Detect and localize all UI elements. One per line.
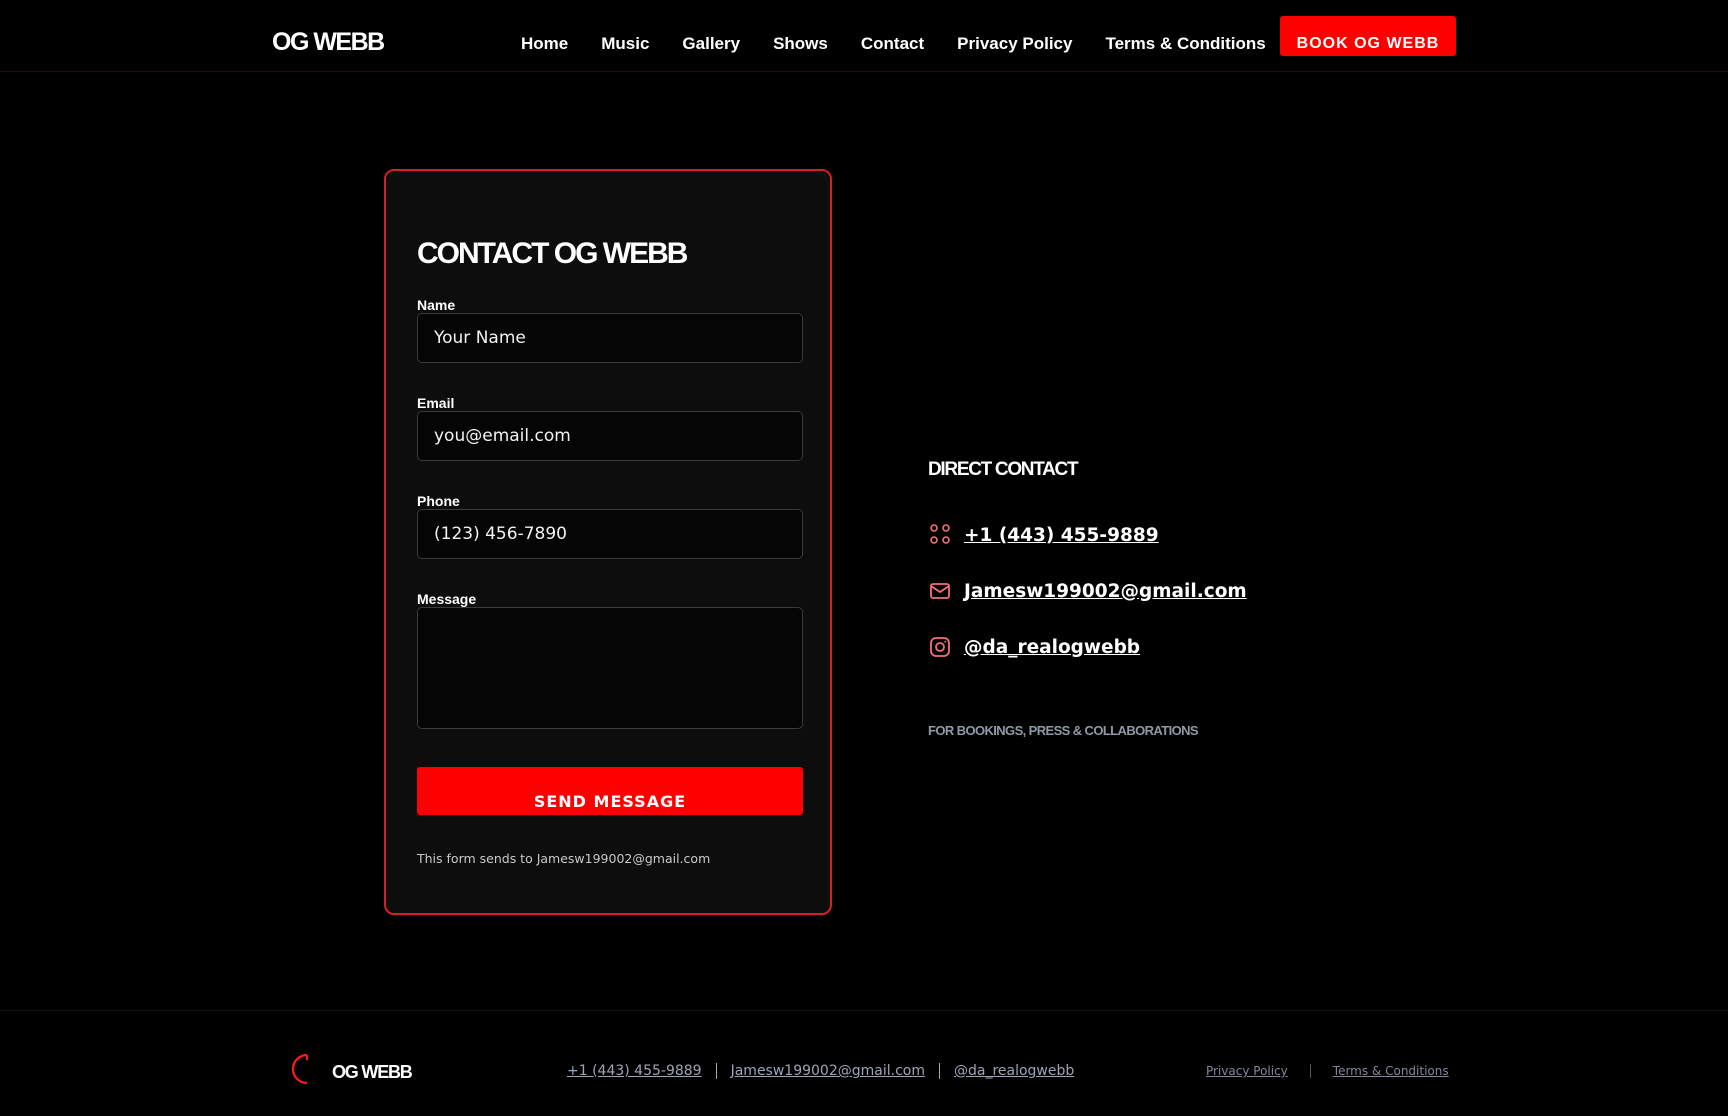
contact-form-card: CONTACT OG WEBB Name Email Phone Message…: [384, 169, 832, 915]
nav-contact[interactable]: Contact: [861, 34, 924, 54]
site-footer: OG WEBB +1 (443) 455-9889 Jamesw199002@g…: [0, 1010, 1728, 1116]
footer-separator: [938, 1063, 940, 1079]
mail-icon: [928, 579, 952, 603]
message-label: Message: [417, 591, 477, 607]
phone-input[interactable]: [417, 509, 803, 559]
direct-contact-note: FOR BOOKINGS, PRESS & COLLABORATIONS: [928, 723, 1199, 738]
site-header: OG WEBB Home Music Gallery Shows Contact…: [0, 0, 1728, 72]
footer-logo[interactable]: OG WEBB: [332, 1062, 413, 1083]
nav-shows[interactable]: Shows: [773, 34, 828, 54]
direct-contact-phone-row: +1 (443) 455-9889: [928, 523, 1159, 547]
email-input[interactable]: [417, 411, 803, 461]
footer-email-link[interactable]: Jamesw199002@gmail.com: [731, 1063, 925, 1079]
footer-separator: [715, 1063, 717, 1079]
phone-label: Phone: [417, 493, 460, 509]
footer-separator: [1309, 1064, 1311, 1078]
direct-contact-title: DIRECT CONTACT: [928, 459, 1079, 480]
main-nav: Home Music Gallery Shows Contact Privacy…: [521, 34, 1266, 54]
footer-contacts: +1 (443) 455-9889 Jamesw199002@gmail.com…: [567, 1063, 1074, 1079]
name-label: Name: [417, 297, 456, 313]
nav-music[interactable]: Music: [601, 34, 649, 54]
phone-dots-icon: [928, 523, 952, 547]
footer-instagram-link[interactable]: @da_realogwebb: [954, 1063, 1074, 1079]
direct-contact-email-row: Jamesw199002@gmail.com: [928, 579, 1247, 603]
footer-phone-link[interactable]: +1 (443) 455-9889: [567, 1063, 702, 1079]
crescent-logo-icon: [291, 1053, 314, 1090]
site-logo[interactable]: OG WEBB: [272, 28, 385, 57]
footer-terms-link[interactable]: Terms & Conditions: [1333, 1064, 1449, 1078]
nav-home[interactable]: Home: [521, 34, 568, 54]
email-label: Email: [417, 395, 455, 411]
instagram-icon: [928, 635, 952, 659]
form-note: This form sends to Jamesw199002@gmail.co…: [417, 851, 711, 866]
nav-terms-conditions[interactable]: Terms & Conditions: [1105, 34, 1265, 54]
direct-contact-instagram-link[interactable]: @da_realogwebb: [964, 637, 1140, 658]
footer-legal-links: Privacy Policy Terms & Conditions: [1206, 1064, 1449, 1078]
direct-contact-instagram-row: @da_realogwebb: [928, 635, 1140, 659]
nav-gallery[interactable]: Gallery: [682, 34, 740, 54]
direct-contact-phone-link[interactable]: +1 (443) 455-9889: [964, 525, 1159, 546]
direct-contact-email-link[interactable]: Jamesw199002@gmail.com: [964, 581, 1247, 602]
message-textarea[interactable]: [417, 607, 803, 729]
form-title: CONTACT OG WEBB: [417, 237, 688, 270]
send-message-button[interactable]: SEND MESSAGE: [417, 767, 803, 815]
book-og-webb-button[interactable]: BOOK OG WEBB: [1280, 16, 1456, 56]
name-input[interactable]: [417, 313, 803, 363]
footer-privacy-link[interactable]: Privacy Policy: [1206, 1064, 1288, 1078]
nav-privacy-policy[interactable]: Privacy Policy: [957, 34, 1072, 54]
